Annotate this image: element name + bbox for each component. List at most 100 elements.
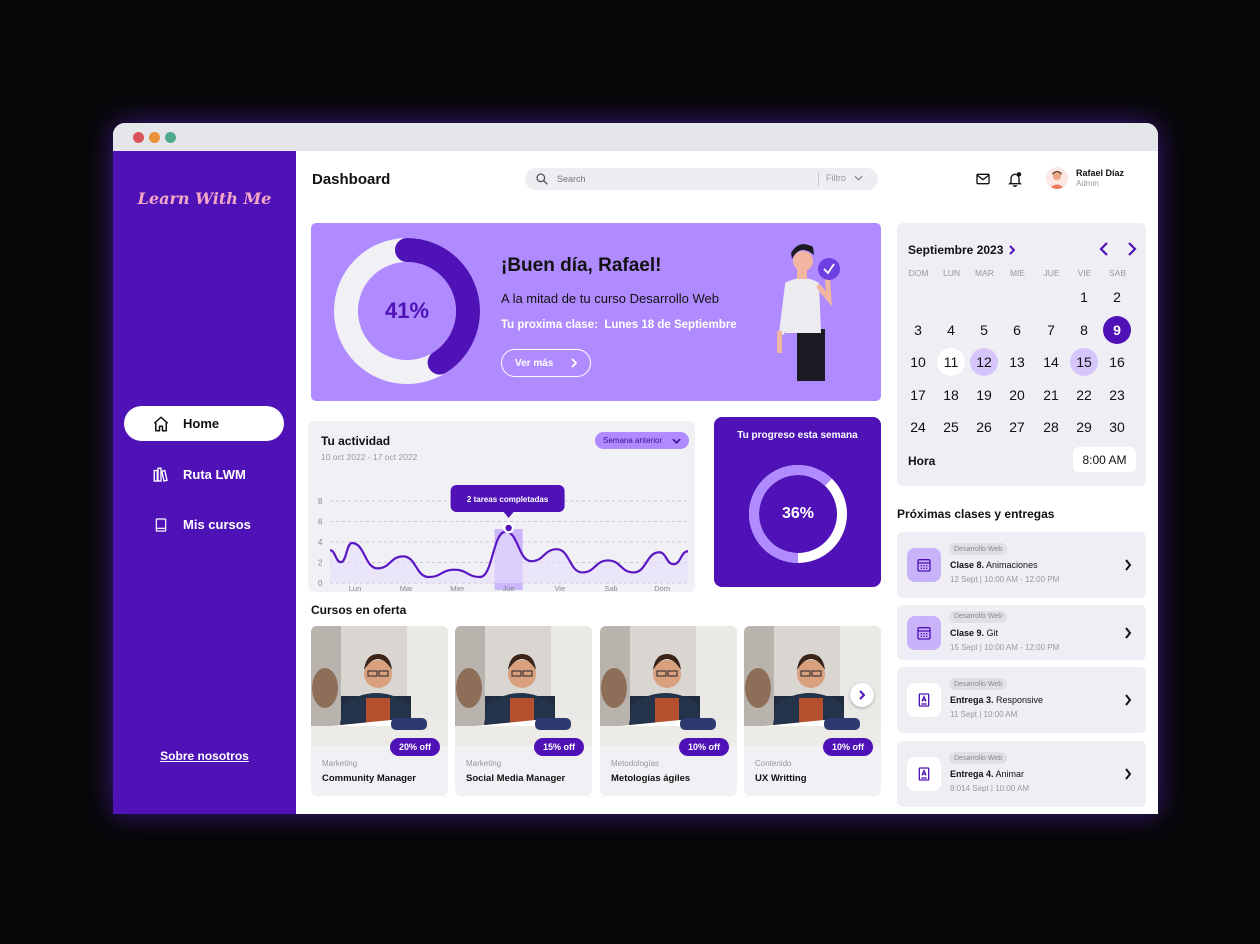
x-tick-label: Dom (654, 584, 670, 592)
calendar-day[interactable]: 8 (1070, 316, 1098, 344)
chevron-right-icon (1125, 626, 1132, 639)
calendar-day[interactable]: 14 (1037, 348, 1065, 376)
calendar-day[interactable]: 28 (1037, 413, 1065, 441)
page-title: Dashboard (312, 171, 391, 188)
ver-mas-button[interactable]: Ver más (501, 349, 591, 377)
calendar-day[interactable]: 18 (937, 381, 965, 409)
calendar-day[interactable]: 27 (1003, 413, 1031, 441)
calendar-day[interactable]: 5 (970, 316, 998, 344)
calendar-day[interactable]: 3 (904, 316, 932, 344)
maximize-window-button[interactable] (165, 132, 176, 143)
calendar-day[interactable]: 12 (970, 348, 998, 377)
calendar-day[interactable]: 20 (1003, 381, 1031, 409)
course-card[interactable]: 20% off Marketing Community Manager (311, 626, 448, 796)
discount-badge: 20% off (389, 738, 440, 756)
weekday-label: JUE (1043, 268, 1060, 278)
app-window: Learn With Me Home Ruta LWM Mis cursos S… (113, 123, 1158, 814)
upcoming-item[interactable]: Desarrollo Web Entrega 3. Responsive 11 Se… (897, 667, 1146, 733)
time-selector[interactable]: 8:00 AM (1073, 447, 1136, 472)
course-name: Community Manager (322, 773, 416, 784)
calendar-day[interactable]: 24 (904, 413, 932, 441)
week-selector-label: Semana anterior (603, 436, 663, 445)
user-profile[interactable]: Rafael Díaz Admin (1046, 167, 1124, 189)
calendar-day[interactable]: 26 (970, 413, 998, 441)
course-category: Marketing (466, 759, 502, 768)
sidebar-item-ruta-lwm[interactable]: Ruta LWM (124, 457, 284, 492)
calendar-day[interactable]: 21 (1037, 381, 1065, 409)
y-tick-label: 6 (318, 518, 323, 527)
calendar-day[interactable]: 1 (1070, 283, 1098, 311)
upcoming-item[interactable]: Desarrollo Web Entrega 4. Animar 8:014 Sep… (897, 741, 1146, 807)
discount-badge: 15% off (533, 738, 584, 756)
chevron-right-icon (1009, 245, 1016, 255)
document-icon (907, 757, 941, 791)
course-photo (455, 626, 592, 746)
course-category: Contenido (755, 759, 792, 768)
calendar-month-selector[interactable]: Septiembre 2023 (908, 243, 1016, 257)
mail-icon[interactable] (975, 171, 991, 187)
activity-card: Tu actividad 10 oct 2022 - 17 oct 2022 S… (308, 421, 695, 592)
calendar-day[interactable]: 11 (937, 348, 965, 377)
search-icon (536, 173, 548, 185)
calendar-day[interactable]: 23 (1103, 381, 1131, 409)
upcoming-date: 8:014 Sept | 10:00 AM (950, 784, 1030, 793)
chevron-right-icon (571, 358, 578, 368)
upcoming-item[interactable]: Desarrollo Web Clase 9. Git 15 Sept | 10:0… (897, 605, 1146, 660)
calendar-day[interactable]: 6 (1003, 316, 1031, 344)
calendar-day[interactable]: 7 (1037, 316, 1065, 344)
calendar-day[interactable]: 9 (1103, 315, 1131, 344)
calendar-day[interactable]: 13 (1003, 348, 1031, 376)
search-input[interactable] (557, 174, 807, 184)
x-tick-label: Sab (604, 584, 617, 592)
weekday-label: DOM (908, 268, 929, 278)
weekday-label: MAR (975, 268, 994, 278)
calendar-day[interactable]: 2 (1103, 283, 1131, 311)
highlight-point[interactable] (505, 524, 512, 532)
course-tag: Desarrollo Web (949, 610, 1008, 623)
about-link[interactable]: Sobre nosotros (113, 749, 296, 763)
course-card[interactable]: 10% off Metodologías Metologías ágiles (600, 626, 737, 796)
carousel-next-button[interactable] (850, 683, 874, 707)
calendar-day[interactable]: 29 (1070, 413, 1098, 441)
next-month-button[interactable] (1125, 241, 1139, 257)
y-tick-label: 4 (318, 538, 323, 547)
book-icon (151, 515, 171, 535)
window-titlebar (113, 123, 1158, 151)
course-card[interactable]: 10% off Contenido UX Writting (744, 626, 881, 796)
minimize-window-button[interactable] (149, 132, 160, 143)
prev-month-button[interactable] (1097, 241, 1111, 257)
course-card[interactable]: 15% off Marketing Social Media Manager (455, 626, 592, 796)
calendar-day[interactable]: 4 (937, 316, 965, 344)
calendar-icon (907, 548, 941, 582)
weekday-label: VIE (1077, 268, 1092, 278)
weekly-progress-card: Tu progreso esta semana 36% (714, 417, 881, 587)
person-illustration (777, 244, 840, 381)
week-selector[interactable]: Semana anterior (595, 432, 689, 449)
calendar-day[interactable]: 10 (904, 348, 932, 376)
search-divider (818, 172, 819, 186)
weekly-progress-title: Tu progreso esta semana (737, 430, 858, 441)
sidebar-item-mis-cursos[interactable]: Mis cursos (124, 507, 284, 542)
activity-chart: 8 6 4 2 0 2 tareas completadas Lun Mar Mier Jue Vi… (318, 485, 689, 592)
calendar-day[interactable]: 19 (970, 381, 998, 409)
calendar-day[interactable]: 25 (937, 413, 965, 441)
calendar-day[interactable]: 15 (1070, 348, 1098, 377)
calendar-month: Septiembre 2023 (908, 243, 1004, 257)
calendar-day[interactable]: 22 (1070, 381, 1098, 409)
course-name: Social Media Manager (466, 773, 566, 784)
calendar-day[interactable]: 16 (1103, 348, 1131, 376)
calendar-day[interactable]: 17 (904, 381, 932, 409)
filter-dropdown[interactable]: Filtro (826, 173, 863, 183)
course-name: UX Writting (755, 773, 807, 784)
welcome-banner: 41% ¡Buen día, Rafael! A la mitad de tu … (311, 223, 881, 401)
discount-badge: 10% off (822, 738, 873, 756)
sidebar-item-home[interactable]: Home (124, 406, 284, 441)
calendar-day[interactable]: 30 (1103, 413, 1131, 441)
x-tick-label: Jue (503, 584, 515, 592)
home-icon (151, 414, 171, 434)
upcoming-item[interactable]: Desarrollo Web Clase 8. Animaciones 12 Sep… (897, 532, 1146, 598)
bell-icon[interactable] (1007, 171, 1023, 187)
close-window-button[interactable] (133, 132, 144, 143)
sidebar-item-label: Home (183, 416, 220, 431)
sidebar-item-label: Mis cursos (183, 517, 251, 532)
